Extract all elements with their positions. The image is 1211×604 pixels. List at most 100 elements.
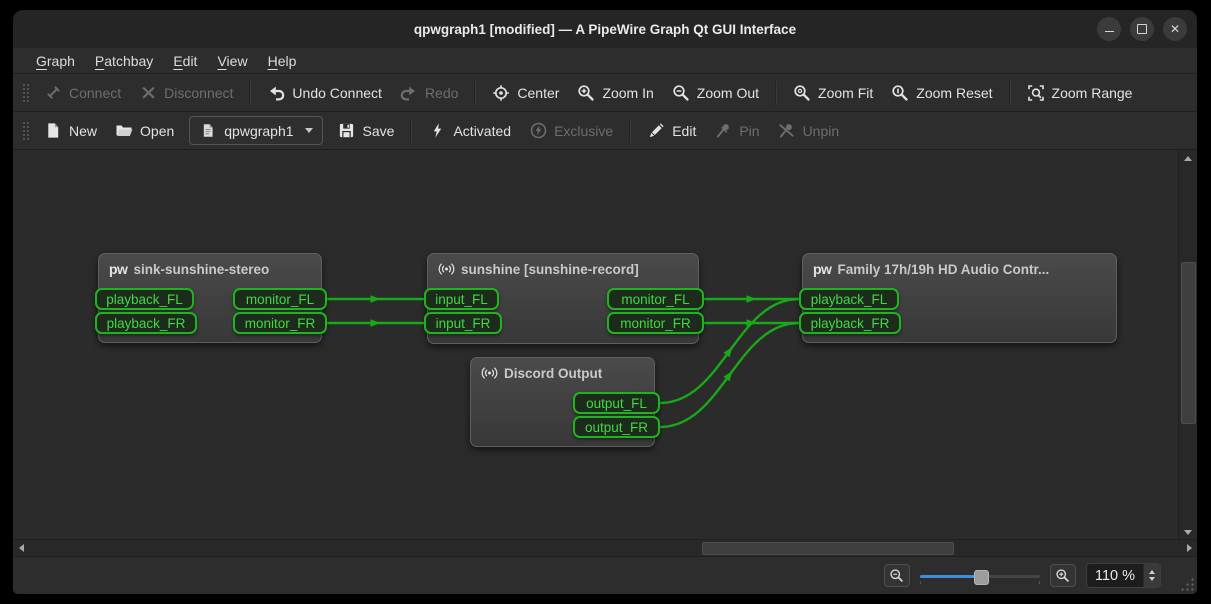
scroll-left-button[interactable] — [13, 540, 29, 556]
spinbox-steppers[interactable] — [1143, 564, 1160, 587]
close-button[interactable]: ✕ — [1163, 17, 1187, 41]
toolbar-separator — [629, 119, 631, 143]
menu-help[interactable]: Help — [259, 51, 306, 71]
pin-icon — [714, 122, 732, 140]
vertical-scrollbar[interactable] — [1178, 150, 1197, 540]
edit-button[interactable]: Edit — [638, 117, 705, 145]
arrow-down-icon — [1184, 530, 1192, 535]
toolbar-separator — [410, 119, 412, 143]
toolbar-separator — [1009, 81, 1011, 105]
new-label: New — [69, 123, 97, 139]
graph-port-input_FL-in[interactable]: input_FL — [424, 288, 499, 310]
scroll-right-button[interactable] — [1181, 540, 1197, 556]
patchbay-selector[interactable]: qpwgraph1 — [189, 116, 322, 145]
menu-patchbay[interactable]: Patchbay — [86, 51, 162, 71]
toolbar-patchbay: New Open qpwgraph1 Save Activated Exclus… — [13, 112, 1197, 150]
unpin-button: Unpin — [769, 117, 849, 145]
statusbar-zoom-in-button[interactable] — [1050, 564, 1076, 587]
zoom-slider-handle[interactable] — [974, 570, 989, 585]
arrow-left-icon — [19, 544, 24, 552]
horizontal-scroll-thumb[interactable] — [702, 542, 954, 555]
zoom-percent-spinbox[interactable]: 110 % — [1086, 563, 1161, 588]
slider-tick — [1039, 581, 1040, 584]
exclusive-label: Exclusive — [554, 123, 613, 139]
node-title: Family 17h/19h HD Audio Contr... — [837, 262, 1049, 277]
undo-label: Undo Connect — [292, 85, 382, 101]
zoom-range-label: Zoom Range — [1052, 85, 1133, 101]
zoom-in-button[interactable]: Zoom In — [568, 79, 662, 107]
zoom-range-icon — [1027, 84, 1045, 102]
pipewire-icon: pw — [109, 261, 127, 277]
graph-port-input_FR-in[interactable]: input_FR — [424, 312, 502, 334]
zoom-out-icon — [672, 84, 690, 102]
toolbar-drag-handle[interactable] — [21, 120, 29, 142]
vertical-scroll-thumb[interactable] — [1181, 262, 1196, 424]
save-icon — [338, 122, 356, 140]
toolbar-drag-handle[interactable] — [21, 82, 29, 104]
unpin-icon — [778, 122, 796, 140]
activated-label: Activated — [453, 123, 511, 139]
graph-canvas[interactable]: pwsink-sunshine-stereoplayback_FLplaybac… — [13, 150, 1179, 540]
slider-tick — [920, 581, 921, 584]
graph-port-monitor_FL-out[interactable]: monitor_FL — [607, 288, 704, 310]
graph-port-monitor_FR-out[interactable]: monitor_FR — [233, 312, 327, 334]
menu-edit[interactable]: Edit — [164, 51, 206, 71]
title-bar[interactable]: qpwgraph1 [modified] — A PipeWire Graph … — [13, 10, 1197, 48]
zoom-slider[interactable] — [920, 567, 1040, 585]
connect-button: Connect — [35, 79, 130, 107]
patchbay-file-icon — [199, 122, 217, 140]
minimize-button[interactable] — [1097, 17, 1121, 41]
scroll-up-button[interactable] — [1179, 150, 1197, 166]
connect-icon — [44, 84, 62, 102]
graph-port-playback_FL-in[interactable]: playback_FL — [799, 288, 899, 310]
exclusive-button: Exclusive — [520, 117, 622, 145]
graph-port-output_FR-out[interactable]: output_FR — [573, 416, 660, 438]
zoom-reset-button[interactable]: Zoom Reset — [882, 79, 1001, 107]
new-button[interactable]: New — [35, 117, 106, 145]
node-title: Discord Output — [504, 366, 602, 381]
activated-button[interactable]: Activated — [419, 117, 520, 145]
zoom-fit-button[interactable]: Zoom Fit — [784, 79, 882, 107]
zoom-reset-icon — [891, 84, 909, 102]
menu-view[interactable]: View — [208, 51, 256, 71]
save-button[interactable]: Save — [329, 117, 404, 145]
exclusive-lightning-icon — [529, 122, 547, 140]
graph-port-playback_FR-in[interactable]: playback_FR — [799, 312, 901, 334]
maximize-icon — [1137, 24, 1147, 34]
zoom-percent-value: 110 % — [1087, 568, 1143, 584]
graph-port-playback_FL-in[interactable]: playback_FL — [95, 288, 194, 310]
window-title: qpwgraph1 [modified] — A PipeWire Graph … — [414, 22, 796, 37]
maximize-button[interactable] — [1130, 17, 1154, 41]
graph-port-playback_FR-in[interactable]: playback_FR — [95, 312, 197, 334]
zoom-in-icon — [1055, 568, 1070, 583]
graph-port-output_FL-out[interactable]: output_FL — [573, 392, 660, 414]
menu-bar: Graph Patchbay Edit View Help — [13, 48, 1197, 74]
graph-canvas-area: pwsink-sunshine-stereoplayback_FLplaybac… — [13, 150, 1197, 556]
broadcast-icon — [481, 365, 498, 381]
statusbar-zoom-out-button[interactable] — [884, 564, 910, 587]
redo-button: Redo — [391, 79, 467, 107]
node-title: sink-sunshine-stereo — [133, 262, 269, 277]
zoom-out-button[interactable]: Zoom Out — [663, 79, 768, 107]
center-button[interactable]: Center — [483, 79, 568, 107]
toolbar-separator — [474, 81, 476, 105]
resize-grip[interactable] — [1180, 577, 1194, 591]
center-icon — [492, 84, 510, 102]
graph-port-monitor_FL-out[interactable]: monitor_FL — [233, 288, 327, 310]
graph-port-monitor_FR-out[interactable]: monitor_FR — [607, 312, 704, 334]
zoom-slider-fill — [920, 575, 980, 578]
zoom-range-button[interactable]: Zoom Range — [1018, 79, 1142, 107]
open-button[interactable]: Open — [106, 117, 183, 145]
disconnect-label: Disconnect — [164, 85, 233, 101]
zoom-out-icon — [889, 568, 904, 583]
scroll-down-button[interactable] — [1179, 524, 1197, 540]
toolbar-separator — [775, 81, 777, 105]
patchbay-selector-value: qpwgraph1 — [224, 123, 293, 139]
menu-graph[interactable]: Graph — [27, 51, 84, 71]
toolbar-main: Connect Disconnect Undo Connect Redo Cen… — [13, 74, 1197, 112]
zoom-fit-label: Zoom Fit — [818, 85, 873, 101]
edit-label: Edit — [672, 123, 696, 139]
undo-connect-button[interactable]: Undo Connect — [258, 79, 391, 107]
horizontal-scrollbar[interactable] — [13, 539, 1197, 556]
disconnect-icon — [139, 84, 157, 102]
